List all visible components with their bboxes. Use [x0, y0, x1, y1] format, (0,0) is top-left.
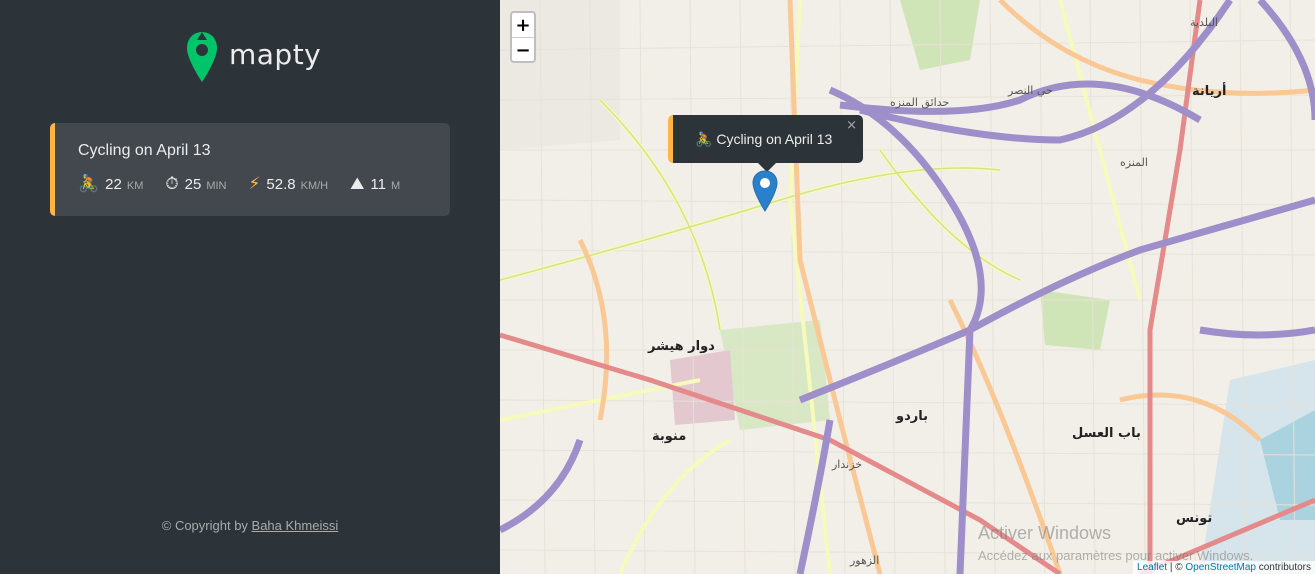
cyclist-icon: 🚴 — [695, 131, 713, 147]
map-label: منوبة — [652, 429, 687, 444]
map-attribution: Leaflet | © OpenStreetMap contributors — [1133, 561, 1315, 574]
map-label: أريانة — [1192, 84, 1227, 99]
map-label: حي النصر — [1008, 84, 1053, 97]
osm-link[interactable]: OpenStreetMap — [1185, 562, 1256, 573]
distance-value: 22 — [105, 176, 122, 193]
windows-watermark: Activer Windows — [978, 523, 1112, 543]
zoom-control: + − — [510, 11, 536, 63]
workout-popup[interactable]: 🚴 Cycling on April 13 × — [668, 115, 863, 163]
elevation-value: 11 — [370, 176, 386, 193]
map-label: خزندار — [832, 458, 863, 471]
map-label: تونس — [1176, 511, 1213, 526]
workout-duration: ⏱ 25 min — [165, 174, 227, 194]
leaflet-link[interactable]: Leaflet — [1137, 562, 1167, 573]
map-label: دوار هيشر — [648, 339, 715, 354]
copyright-text: © Copyright by — [161, 518, 252, 533]
mountain-icon: ⛰ — [350, 174, 365, 194]
copyright: © Copyright by Baha Khmeissi — [0, 518, 500, 533]
speed-value: 52.8 — [266, 176, 296, 193]
cyclist-icon: 🚴 — [78, 174, 100, 194]
map-pin-logo-icon — [187, 32, 217, 82]
workout-details: 🚴 22 km ⏱ 25 min ⚡ 52.8 km/h ⛰ 11 m — [78, 174, 422, 194]
attribution-separator: | © — [1167, 562, 1186, 573]
popup-label: Cycling on April 13 — [716, 131, 833, 147]
distance-unit: km — [126, 180, 144, 192]
map-marker-icon[interactable] — [752, 170, 778, 212]
map-label: باب العسل — [1072, 426, 1141, 441]
attribution-suffix: contributors — [1255, 562, 1311, 573]
map-label: البلدية — [1190, 16, 1219, 29]
map[interactable]: أريانة دوار هيشر منوبة باردو باب العسل ت… — [500, 0, 1315, 574]
lightning-icon: ⚡ — [248, 174, 261, 194]
map-label: حدائق المنزه — [890, 96, 950, 109]
elevation-unit: m — [390, 180, 401, 192]
logo: mapty — [185, 30, 321, 86]
workout-speed: ⚡ 52.8 km/h — [248, 174, 329, 194]
duration-value: 25 — [184, 176, 202, 193]
duration-unit: min — [206, 180, 227, 192]
speed-unit: km/h — [300, 180, 329, 192]
sidebar: mapty Cycling on April 13 🚴 22 km ⏱ 25 m… — [0, 0, 500, 574]
popup-close-button[interactable]: × — [846, 118, 857, 133]
workout-distance: 🚴 22 km — [78, 174, 144, 194]
workout-card-cycling[interactable]: Cycling on April 13 🚴 22 km ⏱ 25 min ⚡ 5… — [50, 123, 450, 216]
workout-elevation: ⛰ 11 m — [350, 174, 401, 194]
popup-text: 🚴 Cycling on April 13 — [695, 131, 832, 148]
stopwatch-icon: ⏱ — [165, 174, 179, 194]
workout-title: Cycling on April 13 — [78, 142, 211, 159]
map-label: الزهور — [850, 554, 880, 567]
map-label: المنزه — [1120, 156, 1148, 169]
zoom-out-button[interactable]: − — [512, 38, 534, 63]
author-link[interactable]: Baha Khmeissi — [252, 518, 339, 533]
app-name: mapty — [229, 37, 322, 71]
map-label: باردو — [896, 409, 928, 424]
zoom-in-button[interactable]: + — [512, 13, 534, 38]
